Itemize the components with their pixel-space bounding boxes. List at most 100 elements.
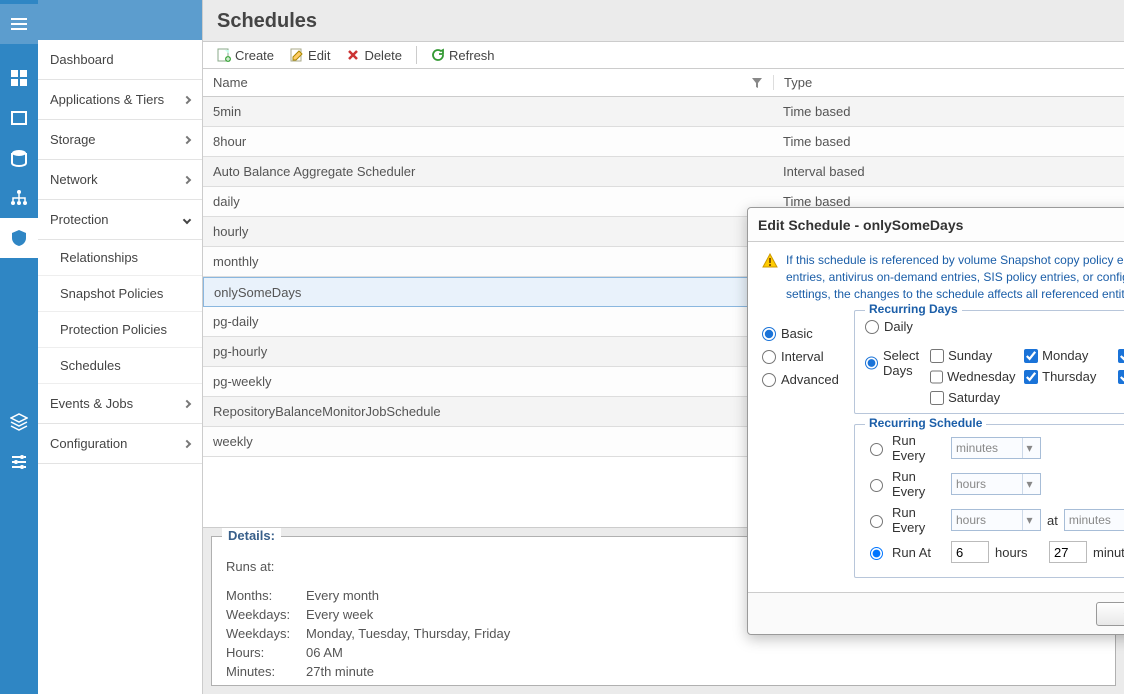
recurring-select-days-radio[interactable]: Select Days bbox=[865, 348, 920, 378]
run-every-hours-radio[interactable]: Run Every bbox=[865, 469, 945, 499]
day-checkbox-saturday[interactable]: Saturday bbox=[930, 390, 1014, 405]
day-checkbox-monday[interactable]: Monday bbox=[1024, 348, 1108, 363]
chevron-right-icon bbox=[183, 439, 191, 447]
table-row[interactable]: 8hourTime based bbox=[203, 127, 1124, 157]
cell-type: Time based bbox=[773, 104, 1124, 119]
refresh-button[interactable]: Refresh bbox=[425, 44, 501, 66]
sidebar-sub-schedules[interactable]: Schedules bbox=[38, 348, 202, 384]
day-checkbox-friday[interactable]: Friday bbox=[1118, 369, 1124, 384]
chevron-right-icon bbox=[183, 95, 191, 103]
chevron-right-icon bbox=[183, 135, 191, 143]
mode-advanced-radio[interactable]: Advanced bbox=[762, 372, 842, 387]
day-checkbox-tuesday[interactable]: Tuesday bbox=[1118, 348, 1124, 363]
dialog-warning-text: If this schedule is referenced by volume… bbox=[786, 252, 1124, 302]
day-checkbox-sunday[interactable]: Sunday bbox=[930, 348, 1014, 363]
rail-events-icon[interactable] bbox=[0, 402, 38, 442]
at-label: at bbox=[1047, 513, 1058, 528]
day-checkbox-thursday[interactable]: Thursday bbox=[1024, 369, 1108, 384]
rail-protection-icon[interactable] bbox=[0, 218, 38, 258]
sidebar-sub-relationships[interactable]: Relationships bbox=[38, 240, 202, 276]
delete-icon bbox=[346, 48, 360, 62]
minutes-select-2[interactable]: minutes▾ bbox=[1064, 509, 1124, 531]
run-every-hours-at-radio[interactable]: Run Every bbox=[865, 505, 945, 535]
cell-name: Auto Balance Aggregate Scheduler bbox=[203, 164, 773, 179]
cell-name: pg-weekly bbox=[203, 374, 773, 389]
cell-name: 8hour bbox=[203, 134, 773, 149]
cell-name: onlySomeDays bbox=[204, 285, 774, 300]
cell-name: daily bbox=[203, 194, 773, 209]
detail-key: Weekdays: bbox=[226, 626, 306, 641]
cell-type: Interval based bbox=[773, 164, 1124, 179]
table-row[interactable]: 5minTime based bbox=[203, 97, 1124, 127]
detail-key: Months: bbox=[226, 588, 306, 603]
chevron-right-icon bbox=[183, 399, 191, 407]
mode-interval-radio[interactable]: Interval bbox=[762, 349, 842, 364]
column-header-name[interactable]: Name bbox=[203, 75, 773, 90]
cell-name: RepositoryBalanceMonitorJobSchedule bbox=[203, 404, 773, 419]
edit-button[interactable]: Edit bbox=[284, 44, 336, 66]
main-panel: Schedules Create Edit Delete Refresh Nam… bbox=[203, 0, 1124, 694]
detail-key: Minutes: bbox=[226, 664, 306, 679]
recurring-schedule-fieldset: Recurring Schedule Run Every minutes▾ Ru… bbox=[854, 424, 1124, 578]
sidebar-item-events[interactable]: Events & Jobs bbox=[38, 384, 202, 424]
cell-name: hourly bbox=[203, 224, 773, 239]
chevron-down-icon: ▾ bbox=[1022, 474, 1036, 494]
edit-icon bbox=[290, 48, 304, 62]
hours-input[interactable] bbox=[951, 541, 989, 563]
edit-schedule-dialog: Edit Schedule - onlySomeDays ✕ If this s… bbox=[747, 207, 1124, 635]
delete-button[interactable]: Delete bbox=[340, 44, 408, 66]
run-at-radio[interactable]: Run At bbox=[865, 544, 945, 560]
day-checkbox-wednesday[interactable]: Wednesday bbox=[930, 369, 1014, 384]
dialog-title: Edit Schedule - onlySomeDays bbox=[758, 217, 963, 233]
hours-select[interactable]: hours▾ bbox=[951, 473, 1041, 495]
rail-network-icon[interactable] bbox=[0, 178, 38, 218]
sidebar-item-protection[interactable]: Protection bbox=[38, 200, 202, 240]
chevron-down-icon: ▾ bbox=[1022, 438, 1036, 458]
detail-key: Weekdays: bbox=[226, 607, 306, 622]
cell-name: pg-daily bbox=[203, 314, 773, 329]
hours-select-2[interactable]: hours▾ bbox=[951, 509, 1041, 531]
cell-name: monthly bbox=[203, 254, 773, 269]
chevron-right-icon bbox=[183, 175, 191, 183]
table-row[interactable]: Auto Balance Aggregate SchedulerInterval… bbox=[203, 157, 1124, 187]
sidebar-item-configuration[interactable]: Configuration bbox=[38, 424, 202, 464]
filter-icon[interactable] bbox=[751, 77, 763, 89]
sidebar-item-network[interactable]: Network bbox=[38, 160, 202, 200]
run-every-minutes-radio[interactable]: Run Every bbox=[865, 433, 945, 463]
minutes-input[interactable] bbox=[1049, 541, 1087, 563]
minutes-select[interactable]: minutes▾ bbox=[951, 437, 1041, 459]
ok-button[interactable]: OK bbox=[1096, 602, 1124, 626]
rail-apps-icon[interactable] bbox=[0, 98, 38, 138]
rail-storage-icon[interactable] bbox=[0, 138, 38, 178]
sidebar-item-dashboard[interactable]: Dashboard bbox=[38, 40, 202, 80]
detail-key: Hours: bbox=[226, 645, 306, 660]
sidebar-item-applications[interactable]: Applications & Tiers bbox=[38, 80, 202, 120]
create-button[interactable]: Create bbox=[211, 44, 280, 66]
toolbar: Create Edit Delete Refresh bbox=[203, 41, 1124, 69]
detail-value: 27th minute bbox=[306, 664, 1101, 679]
hamburger-icon[interactable] bbox=[0, 4, 38, 44]
rail-config-icon[interactable] bbox=[0, 442, 38, 482]
chevron-down-icon: ▾ bbox=[1022, 510, 1036, 530]
detail-value: 06 AM bbox=[306, 645, 1101, 660]
hours-unit-label: hours bbox=[995, 545, 1043, 560]
cell-name: weekly bbox=[203, 434, 773, 449]
mode-basic-radio[interactable]: Basic bbox=[762, 326, 842, 341]
page-title: Schedules bbox=[203, 0, 1124, 41]
cell-name: pg-hourly bbox=[203, 344, 773, 359]
details-title: Details: bbox=[222, 528, 281, 543]
sidebar: Dashboard Applications & Tiers Storage N… bbox=[38, 0, 203, 694]
warning-icon bbox=[762, 253, 778, 269]
sidebar-item-storage[interactable]: Storage bbox=[38, 120, 202, 160]
refresh-icon bbox=[431, 48, 445, 62]
rail-dashboard-icon[interactable] bbox=[0, 58, 38, 98]
recurring-days-fieldset: Recurring Days Daily Select Days SundayM… bbox=[854, 310, 1124, 414]
column-header-type[interactable]: Type bbox=[773, 75, 1124, 90]
chevron-down-icon bbox=[183, 215, 191, 223]
icon-rail bbox=[0, 0, 38, 694]
recurring-daily-radio[interactable]: Daily bbox=[865, 319, 1124, 334]
sidebar-sub-protection-policies[interactable]: Protection Policies bbox=[38, 312, 202, 348]
cell-type: Time based bbox=[773, 134, 1124, 149]
sidebar-sub-snapshot-policies[interactable]: Snapshot Policies bbox=[38, 276, 202, 312]
minutes-unit-label: minutes bbox=[1093, 545, 1124, 560]
